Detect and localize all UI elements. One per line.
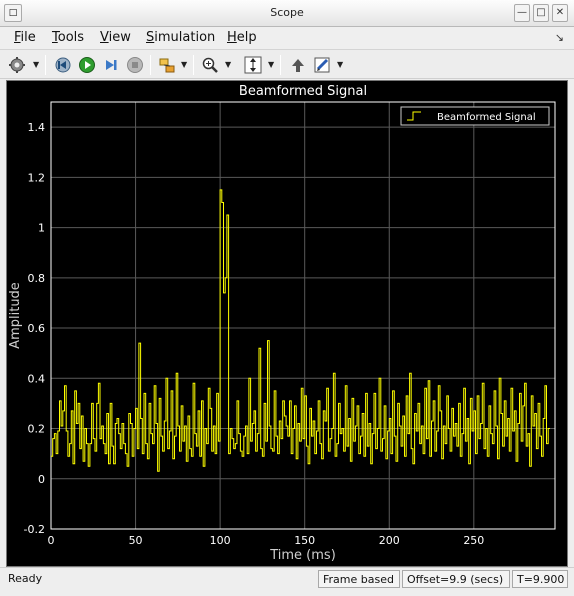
menu-view[interactable]: View bbox=[100, 30, 131, 45]
close-icon[interactable]: ✕ bbox=[552, 4, 568, 22]
run-icon[interactable] bbox=[76, 54, 98, 76]
status-time: T=9.900 bbox=[512, 570, 568, 588]
y-tick-label: 0.4 bbox=[28, 372, 46, 385]
toolbar-separator bbox=[280, 55, 281, 75]
menu-simulation-rest: imulation bbox=[154, 30, 216, 45]
scale-axes-icon[interactable] bbox=[242, 54, 264, 76]
x-ticks: 0 50 100 150 200 250 bbox=[48, 534, 485, 547]
menu-tools-rest: ools bbox=[57, 30, 85, 45]
chart-title: Beamformed Signal bbox=[239, 84, 367, 99]
legend[interactable]: Beamformed Signal bbox=[400, 106, 550, 126]
y-tick-label: -0.2 bbox=[24, 523, 45, 536]
x-tick-label: 100 bbox=[210, 534, 231, 547]
toolbar-separator bbox=[150, 55, 151, 75]
style-icon[interactable] bbox=[311, 54, 333, 76]
toolbar: ▼ ▼ ▼ ▼ ▼ bbox=[0, 49, 574, 79]
menu-view-mnemonic: V bbox=[100, 30, 109, 45]
stop-icon[interactable] bbox=[124, 54, 146, 76]
y-tick-label: 0 bbox=[38, 473, 45, 486]
restore-layout-icon[interactable] bbox=[287, 54, 309, 76]
y-tick-label: 1.2 bbox=[28, 171, 46, 184]
minimize-icon[interactable]: — bbox=[514, 4, 530, 22]
zoom-dropdown-icon[interactable]: ▼ bbox=[225, 60, 231, 69]
step-back-icon[interactable] bbox=[52, 54, 74, 76]
status-bar: Ready Frame based Offset=9.9 (secs) T=9.… bbox=[0, 567, 574, 596]
legend-label: Beamformed Signal bbox=[437, 112, 536, 123]
status-offset: Offset=9.9 (secs) bbox=[402, 570, 510, 588]
toolbar-separator bbox=[193, 55, 194, 75]
menu-help-rest: elp bbox=[236, 30, 257, 45]
x-axis-label: Time (ms) bbox=[269, 548, 336, 563]
highlight-block-icon[interactable] bbox=[156, 54, 178, 76]
gear-icon[interactable] bbox=[6, 54, 28, 76]
scale-dropdown-icon[interactable]: ▼ bbox=[268, 60, 274, 69]
y-ticks: -0.2 0 0.2 0.4 0.6 0.8 1 1.2 1.4 bbox=[24, 121, 45, 536]
menu-bar: File Tools View Simulation Help ↘ bbox=[0, 27, 574, 49]
step-forward-icon[interactable] bbox=[100, 54, 122, 76]
scope-figure: Beamformed Signal -0.2 0 0.2 0.4 0.6 0.8 1 1.2 1… bbox=[6, 80, 568, 567]
menu-help[interactable]: Help bbox=[227, 30, 257, 45]
menubar-dock-arrow-icon[interactable]: ↘ bbox=[555, 31, 564, 44]
status-ready: Ready bbox=[8, 572, 43, 585]
y-tick-label: 0.8 bbox=[28, 272, 46, 285]
window-title: Scope bbox=[270, 6, 304, 19]
menu-help-mnemonic: H bbox=[227, 30, 237, 45]
toolbar-separator bbox=[45, 55, 46, 75]
menu-file[interactable]: File bbox=[14, 30, 36, 45]
title-bar: □ Scope — □ ✕ bbox=[0, 0, 574, 27]
plot-svg[interactable]: Beamformed Signal -0.200.20.40.60.811.21… bbox=[7, 81, 567, 566]
status-frame-based: Frame based bbox=[318, 570, 400, 588]
y-axis-label: Amplitude bbox=[8, 282, 23, 349]
x-tick-label: 250 bbox=[463, 534, 484, 547]
gear-dropdown-icon[interactable]: ▼ bbox=[33, 60, 39, 69]
y-tick-label: 1.4 bbox=[28, 121, 46, 134]
highlight-dropdown-icon[interactable]: ▼ bbox=[181, 60, 187, 69]
maximize-icon[interactable]: □ bbox=[533, 4, 549, 22]
zoom-icon[interactable] bbox=[199, 54, 221, 76]
menu-file-rest: ile bbox=[20, 30, 36, 45]
x-tick-label: 0 bbox=[48, 534, 55, 547]
x-tick-label: 200 bbox=[379, 534, 400, 547]
y-tick-label: 1 bbox=[38, 222, 45, 235]
x-tick-label: 150 bbox=[294, 534, 315, 547]
menu-simulation[interactable]: Simulation bbox=[146, 30, 215, 45]
y-tick-label: 0.6 bbox=[28, 322, 46, 335]
menu-tools[interactable]: Tools bbox=[52, 30, 84, 45]
y-tick-label: 0.2 bbox=[28, 423, 46, 436]
style-dropdown-icon[interactable]: ▼ bbox=[337, 60, 343, 69]
x-tick-label: 50 bbox=[129, 534, 143, 547]
menu-view-rest: iew bbox=[108, 30, 131, 45]
